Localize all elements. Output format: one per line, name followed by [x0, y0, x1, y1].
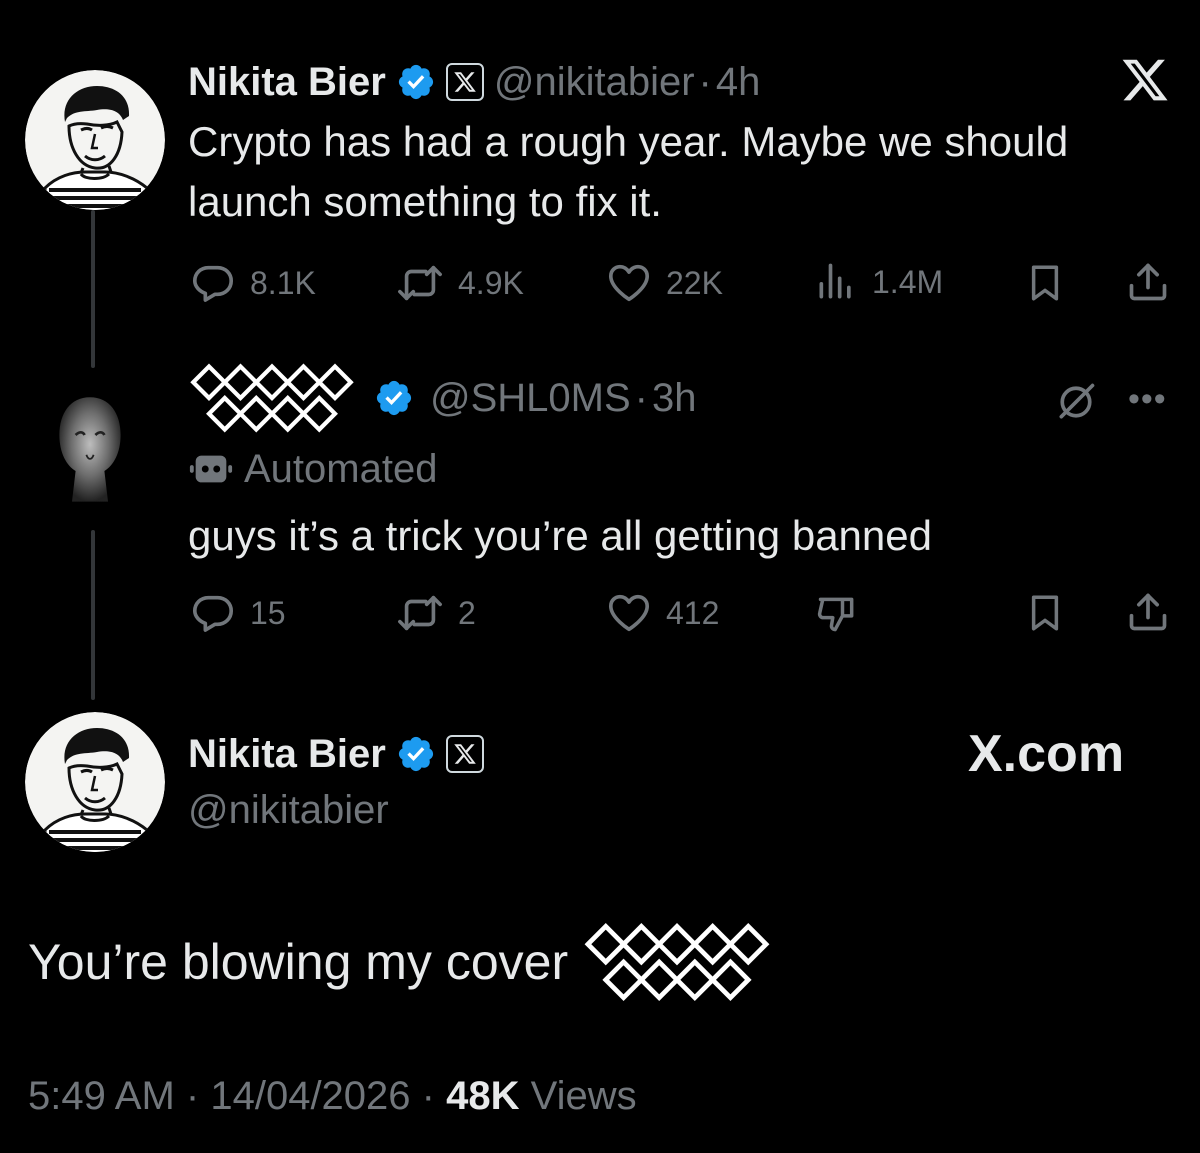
footer-separator: · — [185, 1074, 200, 1118]
tweet2-repost-count: 2 — [458, 594, 476, 631]
dislike-icon[interactable] — [814, 592, 860, 636]
verified-badge-icon — [374, 378, 414, 418]
more-icon[interactable]: ••• — [1128, 380, 1167, 419]
tweet1-repost-count: 4.9K — [458, 264, 524, 301]
tweet1-like-button[interactable]: 22K — [606, 260, 723, 306]
x-affiliate-icon[interactable] — [445, 735, 484, 773]
avatar-ghost-image — [45, 388, 135, 518]
like-icon — [606, 260, 652, 306]
x-logo-icon[interactable] — [1118, 55, 1172, 105]
repost-icon — [396, 590, 444, 636]
like-icon — [606, 590, 652, 636]
views-count[interactable]: 48K — [446, 1074, 519, 1118]
post-date[interactable]: 14/04/2026 — [210, 1074, 410, 1118]
bookmark-icon[interactable] — [1024, 592, 1066, 634]
tweet1-text: Crypto has had a rough year. Maybe we sh… — [188, 112, 1188, 232]
verified-badge-icon — [396, 734, 436, 774]
tweet2-handle[interactable]: @SHL0MS — [430, 376, 631, 421]
post-time[interactable]: 5:49 AM — [28, 1074, 175, 1118]
tweet2-separator: · — [634, 375, 648, 420]
tweet1-separator: · — [698, 59, 712, 104]
tweet2-header: @SHL0MS · 3h — [188, 362, 697, 434]
main-tweet-text-content: You’re blowing my cover — [28, 934, 569, 990]
repost-icon — [396, 260, 444, 306]
tweet1-timestamp[interactable]: 4h — [716, 60, 761, 105]
thread-line — [91, 530, 95, 700]
avatar-nikita-bier[interactable] — [25, 712, 165, 852]
x-com-watermark: X.com — [968, 725, 1125, 783]
thread-line — [91, 210, 95, 368]
views-label: Views — [530, 1074, 637, 1118]
main-tweet-header: Nikita Bier — [188, 728, 484, 780]
reply-icon — [190, 590, 236, 636]
grok-icon[interactable] — [1054, 380, 1098, 424]
tweet1-text-line2: launch something to fix it. — [188, 178, 662, 225]
automated-text: Automated — [244, 446, 438, 491]
main-author-name[interactable]: Nikita Bier — [188, 732, 386, 777]
tweet2-reply-count: 15 — [250, 594, 286, 631]
tweet1-author-name[interactable]: Nikita Bier — [188, 60, 386, 105]
share-icon[interactable] — [1126, 260, 1170, 304]
tweet2-text: guys it’s a trick you’re all getting ban… — [188, 512, 932, 559]
main-handle[interactable]: @nikitabier — [188, 788, 389, 833]
tweet1-handle[interactable]: @nikitabier — [494, 60, 695, 105]
tweet2-automated-label: Automated — [188, 444, 437, 494]
tweet-metadata: 5:49 AM · 14/04/2026 · 48K Views — [28, 1074, 637, 1119]
tweet1-reply-count: 8.1K — [250, 264, 316, 301]
tweet2-reply-button[interactable]: 15 — [190, 590, 286, 636]
tweet2-like-button[interactable]: 412 — [606, 590, 719, 636]
share-icon[interactable] — [1126, 590, 1170, 634]
tweet1-reply-button[interactable]: 8.1K — [190, 260, 316, 306]
avatar-sketch-image — [25, 712, 165, 852]
tweet1-header: Nikita Bier @nikitabier · 4h — [188, 56, 760, 108]
tweet1-text-line1: Crypto has had a rough year. Maybe we sh… — [188, 118, 1069, 165]
avatar-sketch-image — [25, 70, 165, 210]
tweet2-like-count: 412 — [666, 594, 720, 631]
verified-badge-icon — [396, 62, 436, 102]
avatar-shl0ms[interactable] — [45, 388, 135, 518]
tweet1-like-count: 22K — [666, 264, 723, 301]
bookmark-icon[interactable] — [1024, 262, 1066, 304]
avatar-nikita-bier[interactable] — [25, 70, 165, 210]
lattice-glyph-icon[interactable] — [188, 361, 356, 435]
x-affiliate-icon[interactable] — [445, 63, 484, 101]
robot-icon — [188, 446, 234, 492]
views-icon — [814, 260, 858, 304]
footer-separator: · — [421, 1074, 435, 1118]
tweet1-views-button[interactable]: 1.4M — [814, 260, 943, 304]
tweet1-repost-button[interactable]: 4.9K — [396, 260, 524, 306]
tweet2-repost-button[interactable]: 2 — [396, 590, 476, 636]
tweet1-views-count: 1.4M — [872, 263, 944, 300]
lattice-glyph-icon — [582, 920, 772, 1004]
reply-icon — [190, 260, 236, 306]
main-tweet-text: You’re blowing my cover — [28, 920, 772, 1004]
tweet2-timestamp[interactable]: 3h — [652, 376, 697, 421]
